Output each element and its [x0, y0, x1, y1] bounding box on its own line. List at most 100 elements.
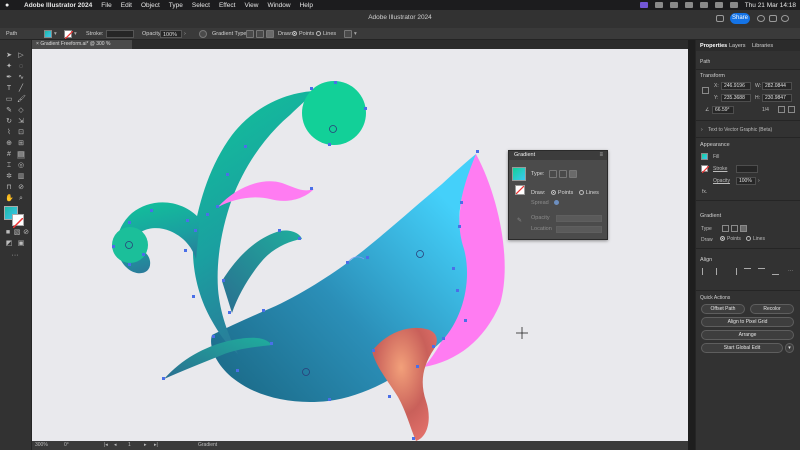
scale-tool-icon[interactable]: ⇲: [17, 118, 25, 126]
opacity-field[interactable]: 100%: [736, 177, 756, 185]
stroke-color-swatch[interactable]: [12, 214, 24, 229]
green-circle-shape[interactable]: [302, 81, 366, 145]
radial-gradient-button[interactable]: [256, 30, 264, 38]
linear-gradient-button[interactable]: [722, 225, 729, 232]
screen-record-icon[interactable]: [639, 2, 648, 8]
free-transform-tool-icon[interactable]: ⊡: [17, 129, 25, 137]
y-field[interactable]: 235.3688: [721, 94, 751, 102]
direct-selection-tool-icon[interactable]: ▷: [17, 52, 25, 60]
gradient-preview-swatch[interactable]: [512, 167, 526, 181]
menu-object[interactable]: Object: [141, 2, 160, 9]
artboard-canvas[interactable]: [32, 49, 688, 441]
menu-type[interactable]: Type: [169, 2, 183, 9]
freeform-gradient-button[interactable]: [740, 225, 747, 232]
transform-icon[interactable]: [344, 30, 352, 38]
artwork[interactable]: [32, 49, 688, 441]
chevron-down-icon[interactable]: ▾: [54, 30, 57, 38]
control-center-icon[interactable]: [729, 2, 738, 8]
hand-tool-icon[interactable]: ✋: [5, 195, 14, 203]
draw-lines-radio[interactable]: Lines: [746, 236, 765, 242]
radial-gradient-button[interactable]: [559, 170, 567, 178]
location-field[interactable]: [556, 226, 602, 233]
arrange-button[interactable]: Arrange: [701, 330, 794, 340]
lasso-tool-icon[interactable]: ◌: [17, 63, 25, 71]
column-graph-tool-icon[interactable]: ▥: [17, 173, 25, 181]
chevron-down-icon[interactable]: ▾: [354, 30, 357, 38]
none-mode-icon[interactable]: ⊘: [22, 229, 30, 237]
align-v-center-icon[interactable]: [758, 268, 765, 275]
menu-file[interactable]: File: [101, 2, 111, 9]
recolor-icon[interactable]: [199, 30, 207, 38]
recolor-button[interactable]: Recolor: [750, 304, 794, 314]
more-tools-icon[interactable]: ···: [11, 252, 19, 260]
selection-tool-icon[interactable]: ➤: [5, 52, 13, 60]
chevron-right-icon[interactable]: ›: [758, 178, 760, 184]
shaper-tool-icon[interactable]: ✎: [5, 107, 13, 115]
angle-field[interactable]: 66.59°: [712, 106, 734, 114]
menu-edit[interactable]: Edit: [121, 2, 132, 9]
type-tool-icon[interactable]: T: [5, 85, 13, 93]
status-icon[interactable]: [654, 2, 663, 8]
document-tab[interactable]: × Gradient Freeform.ai* @ 300 % (RGB/Pre…: [32, 40, 132, 56]
prev-artboard-icon[interactable]: ◂: [114, 441, 117, 450]
draw-points-radio[interactable]: Points: [720, 236, 741, 242]
menu-help[interactable]: Help: [300, 2, 313, 9]
chevron-down-icon[interactable]: ▾: [74, 30, 77, 38]
battery-icon[interactable]: [684, 2, 693, 8]
stroke-label[interactable]: Stroke: [713, 166, 727, 172]
draw-points-radio[interactable]: Points: [292, 30, 314, 38]
rectangle-tool-icon[interactable]: ▭: [5, 96, 13, 104]
fill-swatch[interactable]: [44, 30, 52, 38]
align-right-icon[interactable]: [730, 268, 737, 275]
perspective-grid-tool-icon[interactable]: ⊞: [17, 140, 25, 148]
gradient-tool-icon[interactable]: ▤: [17, 151, 25, 159]
stroke-weight-field[interactable]: [736, 165, 758, 173]
more-options-icon[interactable]: ···: [788, 268, 793, 274]
offset-path-button[interactable]: Offset Path: [701, 304, 745, 314]
chevron-right-icon[interactable]: ›: [184, 30, 186, 38]
w-field[interactable]: 282.0844: [762, 82, 792, 90]
menu-window[interactable]: Window: [267, 2, 290, 9]
linear-gradient-button[interactable]: [246, 30, 254, 38]
align-top-icon[interactable]: [744, 268, 751, 275]
freeform-gradient-button[interactable]: [569, 170, 577, 178]
tab-properties[interactable]: Properties: [700, 43, 727, 49]
line-tool-icon[interactable]: ╱: [17, 85, 25, 93]
tab-libraries[interactable]: Libraries: [752, 43, 773, 49]
fill-swatch[interactable]: [701, 153, 708, 160]
stroke-weight-field[interactable]: [106, 30, 134, 38]
menu-app-name[interactable]: Adobe Illustrator 2024: [24, 2, 92, 9]
freeform-gradient-button[interactable]: [266, 30, 274, 38]
align-left-icon[interactable]: [702, 268, 709, 275]
flip-vertical-icon[interactable]: [788, 106, 795, 113]
draw-lines-radio[interactable]: Lines: [578, 190, 599, 196]
arrange-documents-icon[interactable]: [716, 15, 724, 22]
zoom-tool-icon[interactable]: ⌕: [17, 195, 25, 203]
shape-builder-tool-icon[interactable]: ⊕: [5, 140, 13, 148]
rotate-tool-icon[interactable]: ↻: [5, 118, 13, 126]
eyedropper-icon[interactable]: ✎: [517, 217, 522, 224]
color-mode-icon[interactable]: ■: [4, 229, 12, 237]
cloud-icon[interactable]: [669, 2, 678, 8]
close-icon[interactable]: ×: [36, 41, 39, 47]
opacity-label[interactable]: Opacity: [713, 178, 730, 184]
menu-view[interactable]: View: [244, 2, 258, 9]
small-green-circle-shape[interactable]: [112, 227, 148, 263]
fx-label[interactable]: fx.: [702, 189, 707, 195]
screen-mode-icon[interactable]: ▣: [17, 240, 25, 248]
flip-horizontal-icon[interactable]: [778, 106, 785, 113]
linear-gradient-button[interactable]: [549, 170, 557, 178]
menu-select[interactable]: Select: [192, 2, 210, 9]
stroke-swatch[interactable]: [515, 185, 525, 195]
slice-tool-icon[interactable]: ⊘: [17, 184, 25, 192]
tab-layers[interactable]: Layers: [729, 43, 746, 49]
search-help-icon[interactable]: [757, 15, 765, 22]
chevron-right-icon[interactable]: ›: [701, 127, 703, 133]
h-field[interactable]: 230.9847: [762, 94, 792, 102]
first-artboard-icon[interactable]: |◂: [104, 441, 108, 450]
reference-point-icon[interactable]: [702, 87, 709, 94]
last-artboard-icon[interactable]: ▸|: [154, 441, 158, 450]
apple-menu-icon[interactable]: ●: [5, 2, 15, 9]
magic-wand-tool-icon[interactable]: ✦: [5, 63, 13, 71]
wifi-icon[interactable]: [699, 2, 708, 8]
